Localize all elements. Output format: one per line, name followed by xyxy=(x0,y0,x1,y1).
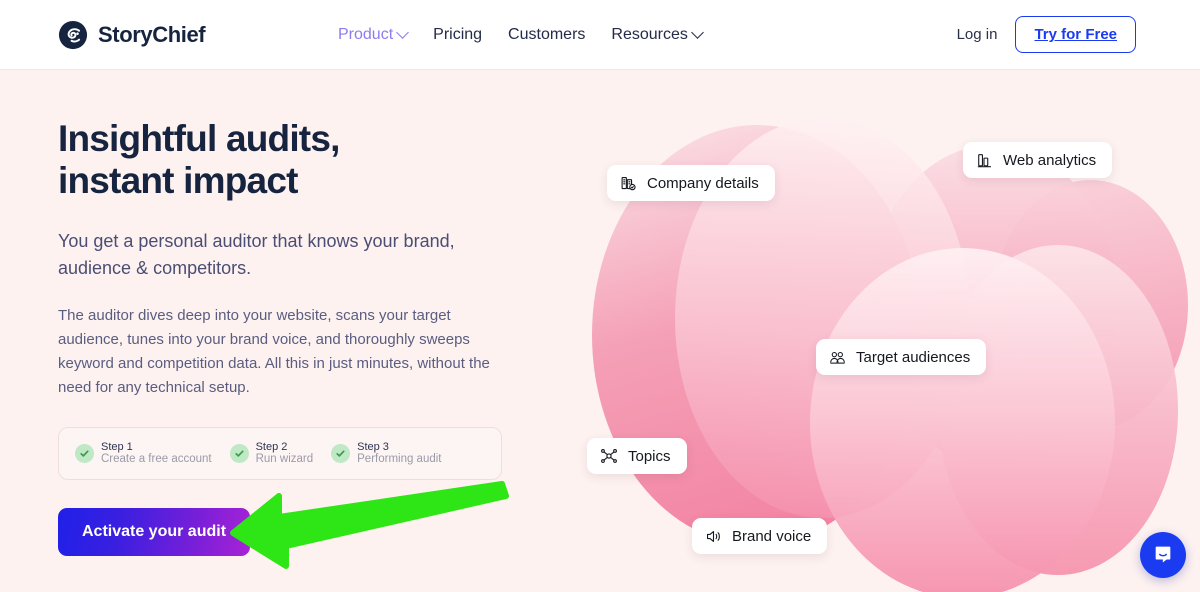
page-title: Insightful audits, instant impact xyxy=(58,118,340,201)
feature-pill-label: Brand voice xyxy=(732,527,812,545)
feature-pill-brand-voice[interactable]: Brand voice xyxy=(692,518,828,554)
storychief-logo-icon xyxy=(58,20,88,50)
step-name: Step 3 xyxy=(357,440,389,453)
nav-item-label: Product xyxy=(338,25,394,43)
nav-item-label: Customers xyxy=(508,25,586,43)
feature-pill-label: Topics xyxy=(628,447,671,465)
chevron-down-icon xyxy=(396,26,410,39)
hero-lead-paragraph: You get a personal auditor that knows yo… xyxy=(58,230,455,278)
hero-body-paragraph: The auditor dives deep into your website… xyxy=(58,306,490,397)
feature-pill-web-analytics[interactable]: Web analytics xyxy=(963,142,1113,178)
nav-item-pricing[interactable]: Pricing xyxy=(433,26,482,44)
try-for-free-button[interactable]: Try for Free xyxy=(1015,16,1136,53)
step-name: Step 1 xyxy=(101,440,133,453)
chat-launcher-button[interactable] xyxy=(1140,532,1186,578)
company-details-icon xyxy=(620,175,637,192)
step-name: Step 2 xyxy=(255,440,288,453)
step-item-1: Step 1 Create a free account xyxy=(75,441,212,466)
steps-progress-bar: Step 1 Create a free account Step 2 Run … xyxy=(58,426,502,480)
decorative-blob xyxy=(810,248,1115,592)
step-item-2: Step 2 Run wizard xyxy=(229,441,314,466)
green-arrow-left-icon xyxy=(225,470,515,570)
topics-icon xyxy=(600,447,618,465)
brand-logo-link[interactable]: StoryChief xyxy=(58,20,206,50)
step-description: Create a free account xyxy=(101,453,212,465)
hero-section: Insightful audits, instant impact You ge… xyxy=(58,118,528,480)
step-description: Performing audit xyxy=(357,453,442,465)
nav-item-product[interactable]: Product xyxy=(338,25,410,44)
chat-bubble-icon xyxy=(1152,543,1174,568)
nav-item-label: Resources xyxy=(611,25,688,43)
brand-voice-icon xyxy=(705,528,722,545)
feature-pill-target-audiences[interactable]: Target audiences xyxy=(816,339,987,375)
feature-pill-label: Web analytics xyxy=(1003,151,1097,169)
nav-item-customers[interactable]: Customers xyxy=(508,26,585,44)
main-navigation: Product Pricing Customers Resources xyxy=(338,25,704,44)
target-audiences-icon xyxy=(829,349,846,366)
feature-pill-label: Target audiences xyxy=(856,348,971,366)
step-text: Step 2 Run wizard xyxy=(256,441,314,466)
nav-item-label: Pricing xyxy=(433,25,483,43)
feature-pill-company-details[interactable]: Company details xyxy=(607,165,775,201)
check-icon xyxy=(229,443,249,463)
web-analytics-icon xyxy=(976,152,993,169)
feature-pill-label: Company details xyxy=(647,174,759,192)
feature-pill-topics[interactable]: Topics xyxy=(587,438,687,474)
check-icon xyxy=(75,443,94,463)
chevron-down-icon xyxy=(691,26,704,39)
step-text: Step 3 Performing audit xyxy=(357,441,441,466)
login-link[interactable]: Log in xyxy=(957,26,998,43)
brand-name: StoryChief xyxy=(98,21,206,47)
step-description: Run wizard xyxy=(255,453,314,465)
nav-item-resources[interactable]: Resources xyxy=(611,25,704,44)
activate-your-audit-button[interactable]: Activate your audit xyxy=(58,508,250,556)
header-actions: Log in Try for Free xyxy=(957,16,1136,53)
step-item-3: Step 3 Performing audit xyxy=(331,441,442,466)
step-text: Step 1 Create a free account xyxy=(101,441,212,466)
site-header: StoryChief Product Pricing Customers Res… xyxy=(0,0,1200,70)
check-icon xyxy=(331,443,351,463)
